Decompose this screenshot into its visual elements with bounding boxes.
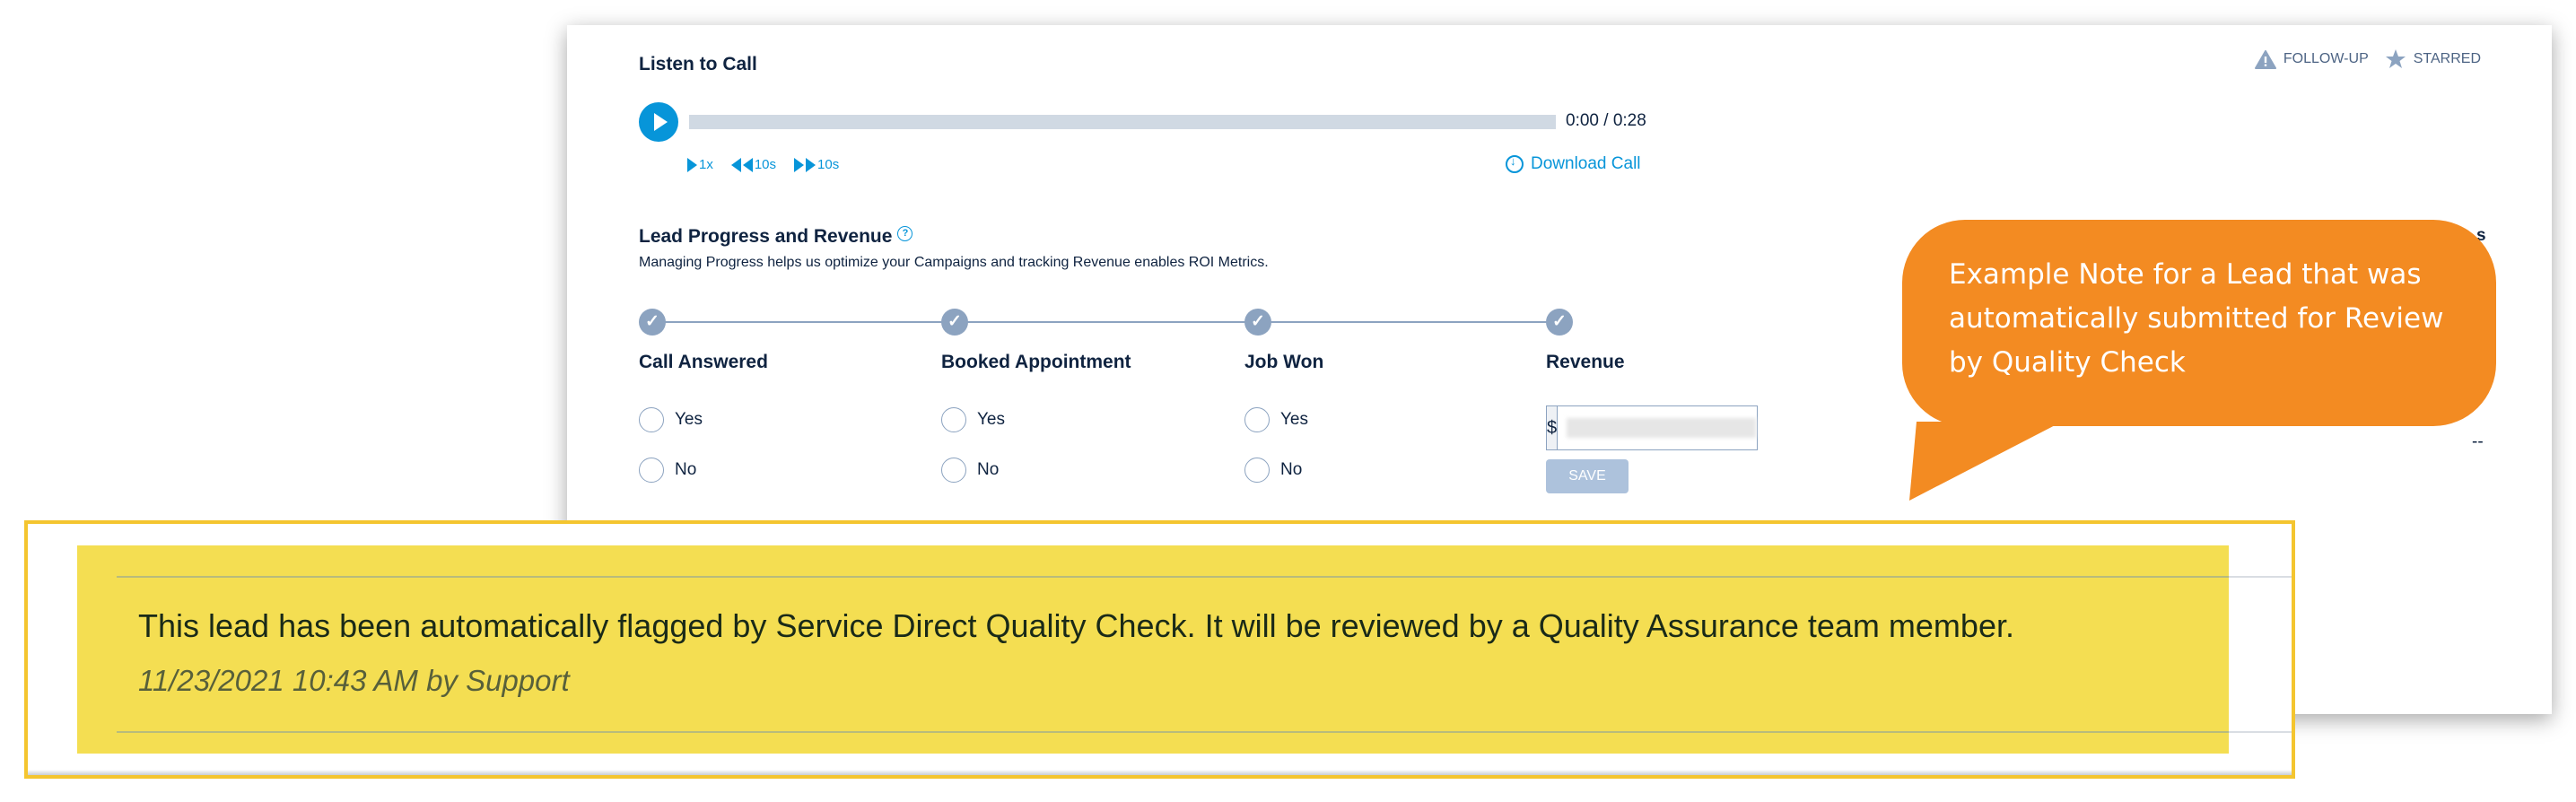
download-label: Download Call bbox=[1531, 154, 1641, 173]
booked-appointment-yes-radio[interactable]: Yes bbox=[941, 407, 1005, 432]
radio-label: Yes bbox=[1280, 410, 1308, 429]
play-button[interactable] bbox=[639, 102, 678, 142]
warning-icon bbox=[2254, 49, 2276, 69]
radio-label: No bbox=[1280, 460, 1303, 479]
radio-circle[interactable] bbox=[639, 407, 664, 432]
step-label-call-answered: Call Answered bbox=[639, 352, 768, 372]
audio-progress-track[interactable] bbox=[689, 115, 1556, 129]
radio-label: No bbox=[977, 460, 1000, 479]
job-won-yes-radio[interactable]: Yes bbox=[1244, 407, 1308, 432]
frame-shadow bbox=[28, 770, 2292, 775]
radio-circle[interactable] bbox=[941, 458, 966, 483]
forward-icon-2 bbox=[806, 157, 816, 172]
revenue-input-group: $ bbox=[1546, 405, 1758, 450]
play-speed-icon bbox=[687, 157, 697, 172]
callout-text: Example Note for a Lead that was automat… bbox=[1949, 258, 2444, 379]
starred-label: STARRED bbox=[2413, 51, 2481, 66]
starred-flag[interactable]: STARRED bbox=[2385, 48, 2481, 70]
lead-flags: FOLLOW-UP STARRED bbox=[2254, 48, 2481, 70]
lead-progress-title-text: Lead Progress and Revenue bbox=[639, 226, 893, 247]
save-revenue-button[interactable]: SAVE bbox=[1546, 459, 1629, 493]
progress-connector bbox=[664, 321, 951, 323]
radio-label: Yes bbox=[977, 410, 1005, 429]
playback-controls: 1x 10s 10s bbox=[687, 157, 839, 172]
step-check-revenue bbox=[1546, 309, 1573, 336]
listen-to-call-title: Listen to Call bbox=[639, 54, 757, 74]
step-label-revenue: Revenue bbox=[1546, 352, 1625, 372]
call-answered-yes-radio[interactable]: Yes bbox=[639, 407, 703, 432]
note-text: This lead has been automatically flagged… bbox=[138, 607, 2014, 644]
note-divider-top-ext bbox=[2225, 576, 2292, 578]
speed-button[interactable]: 1x bbox=[687, 157, 713, 172]
step-label-job-won: Job Won bbox=[1244, 352, 1324, 372]
note-divider-bottom bbox=[117, 731, 2229, 733]
step-check-job-won bbox=[1244, 309, 1271, 336]
lead-progress-title: Lead Progress and Revenue? bbox=[639, 226, 913, 248]
step-label-booked-appointment: Booked Appointment bbox=[941, 352, 1131, 372]
job-won-no-radio[interactable]: No bbox=[1244, 458, 1302, 483]
progress-connector bbox=[1270, 321, 1557, 323]
callout-tail bbox=[1909, 422, 2062, 501]
forward-button[interactable]: 10s bbox=[794, 157, 839, 172]
step-check-booked-appointment bbox=[941, 309, 968, 336]
follow-up-flag[interactable]: FOLLOW-UP bbox=[2254, 49, 2369, 69]
rewind-icon-2 bbox=[742, 157, 753, 172]
step-check-call-answered bbox=[639, 309, 666, 336]
forward-icon bbox=[794, 157, 805, 172]
follow-up-label: FOLLOW-UP bbox=[2283, 51, 2369, 66]
progress-connector bbox=[967, 321, 1254, 323]
call-answered-no-radio[interactable]: No bbox=[639, 458, 696, 483]
forward-label: 10s bbox=[817, 157, 840, 172]
lead-progress-subtitle: Managing Progress helps us optimize your… bbox=[639, 255, 1269, 270]
revenue-input[interactable] bbox=[1567, 418, 1757, 438]
radio-circle[interactable] bbox=[941, 407, 966, 432]
note-divider-bottom-ext bbox=[2225, 731, 2292, 733]
radio-label: No bbox=[675, 460, 697, 479]
note-divider-top bbox=[117, 576, 2229, 578]
help-icon[interactable]: ? bbox=[897, 226, 913, 241]
booked-appointment-no-radio[interactable]: No bbox=[941, 458, 999, 483]
download-call-link[interactable]: Download Call bbox=[1506, 154, 1641, 174]
rewind-button[interactable]: 10s bbox=[730, 157, 777, 172]
note-meta: 11/23/2021 10:43 AM by Support bbox=[138, 664, 570, 697]
radio-circle[interactable] bbox=[639, 458, 664, 483]
playback-time: 0:00 / 0:28 bbox=[1566, 111, 1646, 130]
rewind-icon bbox=[730, 157, 741, 172]
currency-symbol: $ bbox=[1547, 406, 1559, 449]
radio-circle[interactable] bbox=[1244, 458, 1270, 483]
radio-circle[interactable] bbox=[1244, 407, 1270, 432]
download-icon bbox=[1506, 154, 1524, 173]
speed-label: 1x bbox=[699, 157, 713, 172]
radio-label: Yes bbox=[675, 410, 703, 429]
star-icon bbox=[2385, 49, 2406, 68]
rewind-label: 10s bbox=[754, 157, 777, 172]
partial-value: -- bbox=[2472, 432, 2484, 451]
